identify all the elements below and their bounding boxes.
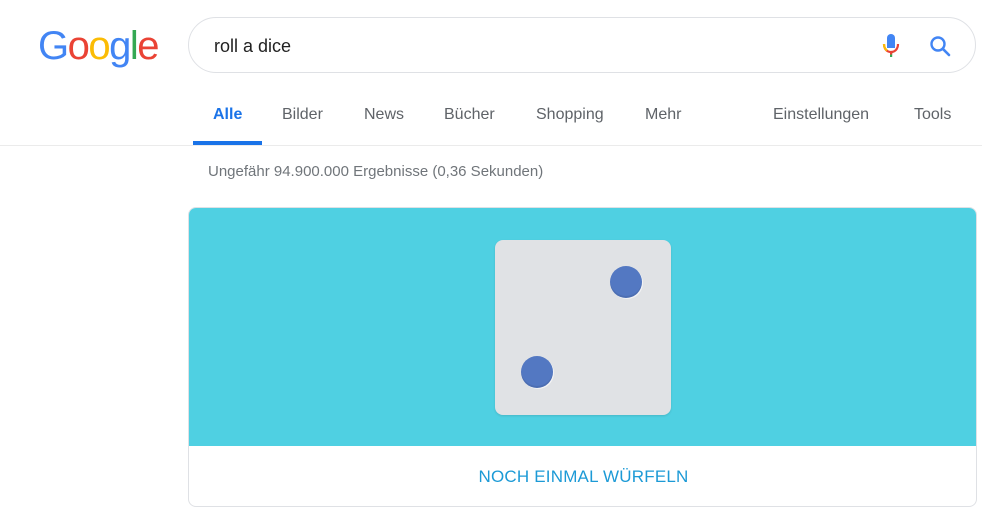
die[interactable]: [495, 240, 671, 415]
tools-link[interactable]: Tools: [914, 106, 951, 124]
search-box: [188, 17, 976, 73]
die-pip: [610, 266, 642, 298]
search-input[interactable]: [214, 34, 834, 58]
mic-icon[interactable]: [879, 33, 903, 59]
tab-bilder[interactable]: Bilder: [282, 106, 323, 124]
die-pip: [521, 356, 553, 388]
tab-buecher[interactable]: Bücher: [444, 106, 495, 124]
header-divider: [0, 145, 982, 146]
google-logo[interactable]: Google: [38, 20, 159, 72]
search-tabs: Alle Bilder News Bücher Shopping Mehr Ei…: [0, 96, 982, 146]
search-results-page: Google Alle Bilder News Bücher Shop: [0, 0, 982, 514]
roll-again-button[interactable]: NOCH EINMAL WÜRFELN: [189, 446, 976, 506]
settings-link[interactable]: Einstellungen: [773, 106, 869, 124]
logo-letter: g: [109, 24, 131, 68]
tab-mehr[interactable]: Mehr: [645, 106, 681, 124]
dice-roller-card: NOCH EINMAL WÜRFELN: [188, 207, 977, 507]
tab-news[interactable]: News: [364, 106, 404, 124]
result-stats: Ungefähr 94.900.000 Ergebnisse (0,36 Sek…: [208, 163, 544, 180]
logo-letter: e: [137, 24, 159, 68]
logo-letter: o: [88, 24, 110, 68]
logo-letter: o: [67, 24, 90, 68]
dice-area[interactable]: [189, 208, 976, 446]
logo-letter: l: [129, 24, 139, 68]
tab-shopping[interactable]: Shopping: [536, 106, 604, 124]
logo-letter: G: [38, 24, 69, 68]
search-icon[interactable]: [928, 34, 952, 58]
tab-alle[interactable]: Alle: [213, 106, 242, 124]
